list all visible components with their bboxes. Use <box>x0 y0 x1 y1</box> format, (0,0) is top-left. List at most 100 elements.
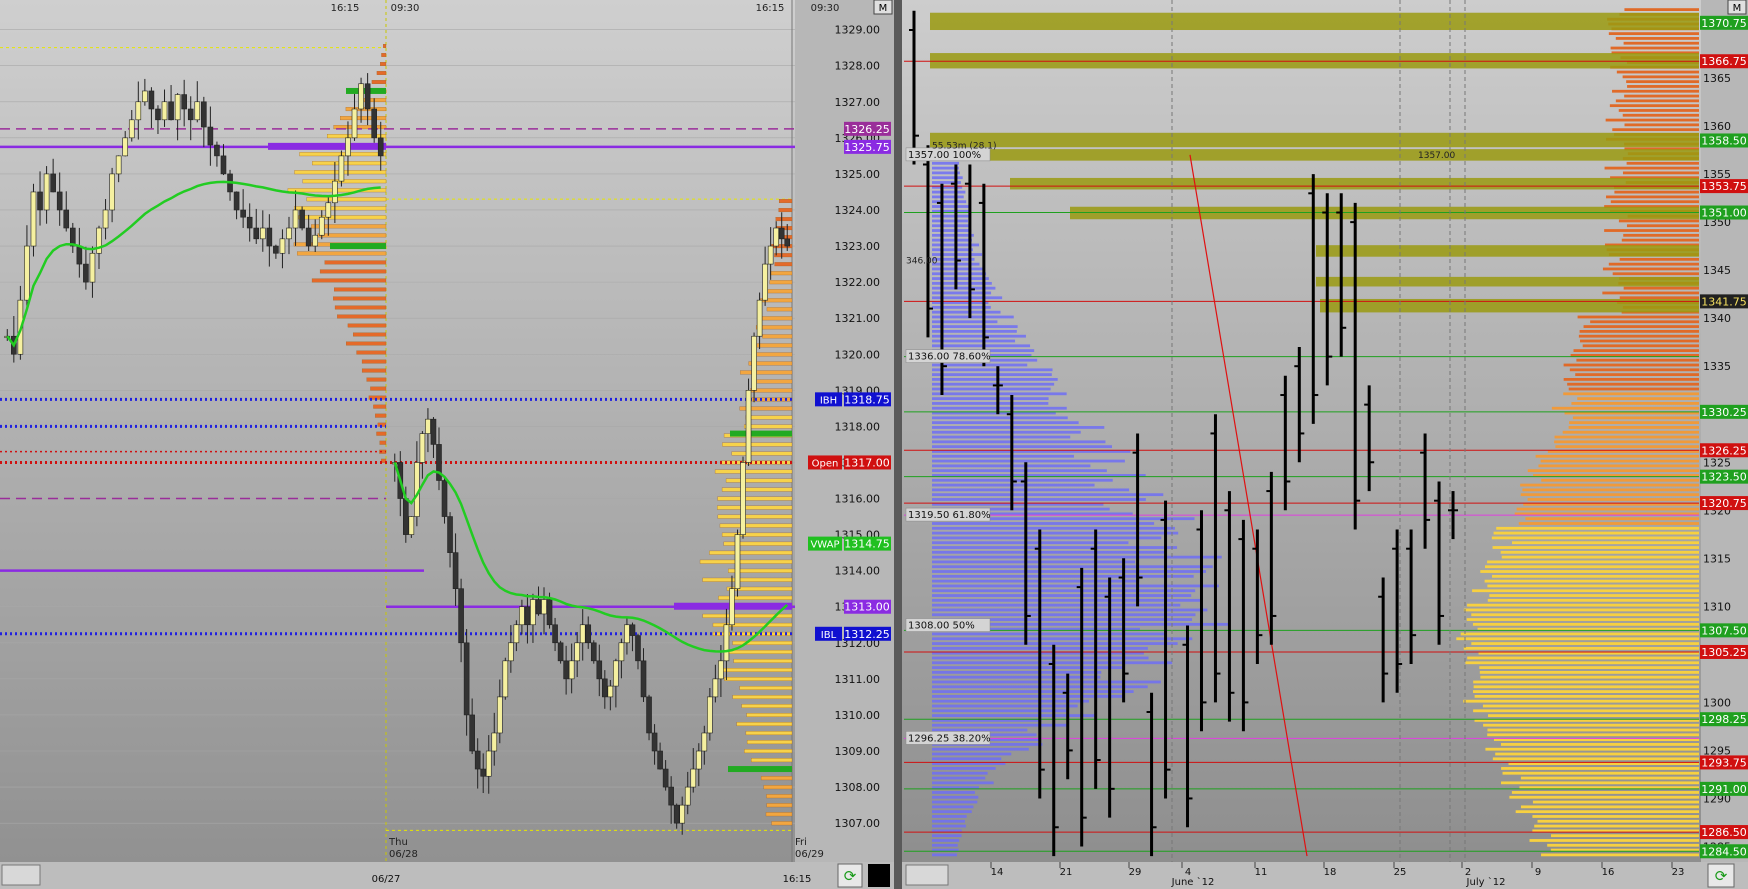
profile-bar <box>774 253 793 258</box>
profile-bar <box>717 496 793 501</box>
volume-profile-bar <box>932 613 1196 617</box>
volume-profile-bar <box>1612 272 1699 276</box>
candle-body <box>377 137 384 157</box>
volume-profile-bar <box>932 522 1155 525</box>
volume-profile-bar <box>1569 421 1699 425</box>
profile-bar <box>719 523 793 528</box>
volume-profile-bar <box>1614 190 1699 194</box>
profile-bar <box>753 379 793 384</box>
volume-profile-bar <box>1618 109 1699 112</box>
y-tick-label: 1309.00 <box>835 745 881 758</box>
profile-bar <box>736 722 793 727</box>
profile-bar <box>778 199 793 204</box>
volume-profile-bar <box>932 536 1162 540</box>
volume-profile-bar <box>1569 368 1699 372</box>
volume-profile-bar <box>932 637 1193 641</box>
volume-profile-bar <box>1624 123 1699 127</box>
volume-profile-bar <box>932 214 969 218</box>
volume-profile-bar <box>932 190 966 194</box>
volume-profile-bar <box>932 690 1134 693</box>
volume-profile-bar <box>1487 728 1699 732</box>
profile-bar <box>745 415 793 420</box>
candle-body <box>496 696 503 734</box>
candle-body <box>259 227 266 240</box>
left-time-axis <box>0 862 894 889</box>
candle-body <box>474 750 481 770</box>
volume-profile-bar <box>1610 46 1699 50</box>
candle-body <box>756 299 763 337</box>
profile-bar <box>714 469 793 474</box>
candle-body <box>408 516 415 535</box>
volume-profile-bar <box>932 344 1031 348</box>
volume-profile-bar <box>932 248 973 252</box>
volume-profile-bar <box>1467 603 1699 607</box>
volume-profile-bar <box>932 565 1213 569</box>
candle-body <box>253 227 260 240</box>
y-tick-label: 1318.00 <box>835 420 881 433</box>
volume-profile-bar <box>1471 613 1699 617</box>
volume-profile-bar <box>1492 757 1699 761</box>
level-tag-text: IBL <box>821 630 837 641</box>
volume-profile-bar <box>1579 329 1699 333</box>
volume-profile-bar <box>1460 632 1699 636</box>
corner-badge-label: M <box>879 3 888 14</box>
session-day-label: Thu <box>388 837 408 848</box>
volume-profile-bar <box>932 459 1125 463</box>
candle-body <box>201 101 207 128</box>
candle-body <box>778 227 785 240</box>
volume-profile-bar <box>932 574 1194 578</box>
volume-profile-bar <box>932 555 1222 559</box>
candle-body <box>740 462 746 535</box>
profile-bar <box>746 713 793 717</box>
candle-body <box>89 252 96 283</box>
volume-profile-bar <box>1512 541 1699 545</box>
candle-body <box>563 660 569 680</box>
candle-body <box>56 191 63 211</box>
volume-profile-bar <box>1580 339 1699 343</box>
price-tag-text: 1286.50 <box>1701 826 1747 839</box>
profile-bar <box>732 640 793 645</box>
candle-body <box>305 227 312 247</box>
y-tick-label: 1328.00 <box>835 60 881 73</box>
profile-bar <box>383 44 387 48</box>
volume-profile-bar <box>932 834 962 838</box>
candle-body <box>579 624 586 644</box>
profile-bar <box>739 686 793 690</box>
volume-profile-bar <box>1568 387 1699 391</box>
volume-profile-bar <box>1515 810 1699 814</box>
candle-body <box>646 696 652 734</box>
volume-profile-bar <box>1529 839 1699 842</box>
volume-profile-bar <box>1479 670 1699 674</box>
candle-body <box>502 660 509 698</box>
candle-body <box>701 732 708 752</box>
volume-profile-bar <box>932 675 1101 679</box>
volume-profile-bar <box>932 546 1178 549</box>
volume-profile-bar <box>932 589 1196 593</box>
volume-profile-bar <box>1493 531 1699 535</box>
volume-profile-bar <box>932 238 972 242</box>
volume-profile-bar <box>1562 430 1699 434</box>
volume-profile-bar <box>1527 498 1699 501</box>
volume-profile-bar <box>1624 94 1699 98</box>
candle-body <box>613 660 619 687</box>
chart-annotation: 1357.00 <box>1418 151 1455 161</box>
candle-body <box>602 678 608 698</box>
candle-body <box>135 101 142 121</box>
candle-body <box>63 209 70 229</box>
volume-profile-bar <box>932 824 966 828</box>
left-scroll-box[interactable] <box>1 864 41 886</box>
volume-profile-bar <box>932 224 971 228</box>
candle-body <box>128 119 135 139</box>
volume-profile-bar <box>1473 680 1699 684</box>
volume-profile-bar <box>1473 685 1699 689</box>
volume-profile-bar <box>1488 714 1699 718</box>
profile-bar <box>724 677 793 681</box>
y-tick-label: 1325.00 <box>835 168 881 181</box>
candle-body <box>325 202 332 218</box>
candle-body <box>729 588 735 626</box>
profile-bar <box>751 758 793 763</box>
right-scroll-box[interactable] <box>905 864 949 886</box>
level-tag-text: VWAP <box>810 540 839 551</box>
volume-profile-bar <box>932 445 1112 449</box>
candle-body <box>618 642 625 662</box>
